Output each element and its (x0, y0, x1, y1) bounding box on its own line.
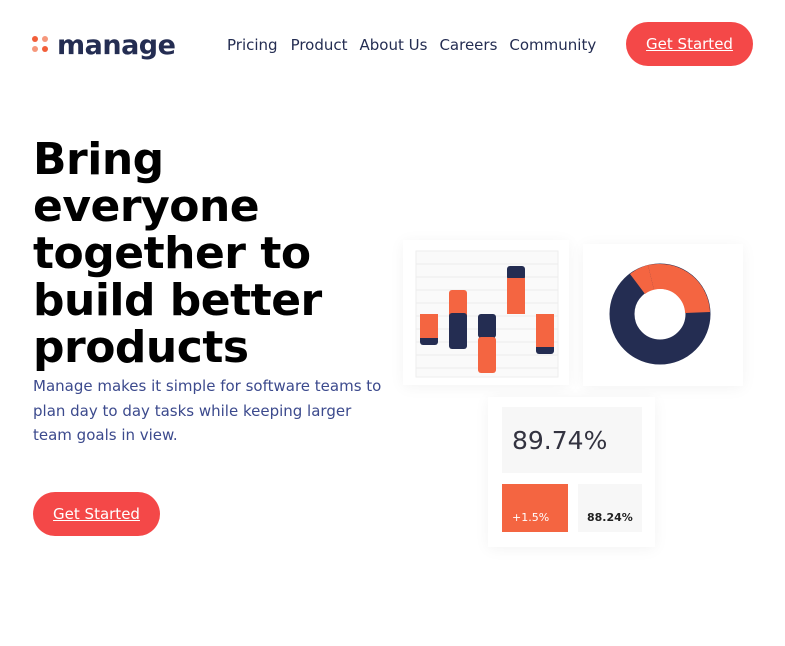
logo-mark-icon (32, 36, 50, 54)
main-nav: Pricing Product About Us Careers Communi… (227, 34, 608, 56)
bar-1-orange (420, 314, 438, 338)
logo-text: manage (57, 29, 176, 61)
stat-main-value: 89.74% (502, 407, 642, 473)
donut-chart-illustration (609, 263, 711, 365)
bar-4-navy (507, 266, 525, 280)
bar-2-navy (449, 313, 467, 349)
bar-chart-card (403, 240, 569, 385)
bar-5-orange (536, 314, 554, 347)
get-started-button-header[interactable]: Get Started (626, 22, 753, 66)
hero-title-line-2: together to (33, 228, 311, 279)
nav-link-product[interactable]: Product (291, 34, 348, 56)
hero-title: Bring everyone together to build better … (33, 136, 403, 371)
nav-link-about-us[interactable]: About Us (360, 34, 428, 56)
stat-secondary-value: 88.24% (578, 484, 642, 532)
nav-link-careers[interactable]: Careers (439, 34, 497, 56)
landing-page: manage Pricing Product About Us Careers … (0, 0, 785, 646)
donut-chart-card (583, 244, 743, 386)
bar-3-navy (478, 314, 496, 338)
nav-link-pricing[interactable]: Pricing (227, 34, 278, 56)
logo[interactable]: manage (32, 28, 176, 62)
stats-card: 89.74% +1.5% 88.24% (488, 397, 655, 547)
hero-title-line-4: products (33, 322, 249, 373)
hero-description: Manage makes it simple for software team… (33, 377, 382, 444)
hero-title-line-3: build better (33, 275, 322, 326)
get-started-button-hero[interactable]: Get Started (33, 492, 160, 536)
hero-title-line-1: Bring everyone (33, 134, 260, 232)
stat-change-badge: +1.5% (502, 484, 568, 532)
bar-chart-illustration (415, 250, 559, 378)
bar-4-orange (507, 278, 525, 314)
nav-link-community[interactable]: Community (509, 34, 596, 56)
bar-3-orange (478, 337, 496, 373)
